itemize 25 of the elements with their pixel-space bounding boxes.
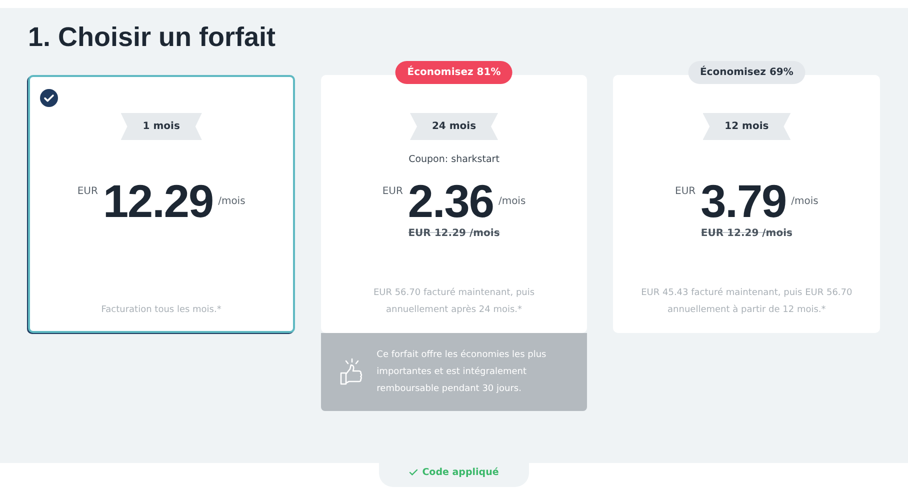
duration-label: 1 mois	[120, 113, 202, 140]
price: 12.29	[102, 174, 214, 228]
checkmark-icon	[409, 468, 418, 476]
old-price: EUR 12.29 /mois	[700, 228, 792, 239]
section-heading: 1. Choisir un forfait	[28, 21, 277, 53]
period: /mois	[498, 196, 526, 206]
currency: EUR	[382, 186, 403, 197]
billing-note: EUR 56.70 facturé maintenant, puis annuellement après 24 mois.*	[372, 286, 536, 317]
period: /mois	[218, 196, 246, 206]
billing-note: Facturation tous les mois.*	[100, 304, 222, 317]
coupon-text: Coupon: sharkstart	[408, 154, 500, 164]
duration-label: 24 mois	[410, 113, 498, 140]
period: /mois	[791, 196, 818, 206]
currency: EUR	[77, 186, 98, 197]
status-text: Code appliqué	[422, 466, 499, 478]
currency: EUR	[675, 186, 696, 197]
price: 2.36	[408, 174, 494, 228]
billing-note: EUR 45.43 facturé maintenant, puis EUR 56.70 annuellement à partir de 12 mois.*	[640, 286, 854, 317]
price: 3.79	[700, 174, 786, 228]
savings-badge: Économisez 69%	[688, 61, 806, 84]
savings-badge: Économisez 81%	[395, 61, 513, 84]
thumbs-up-icon	[338, 358, 365, 386]
duration-label: 12 mois	[702, 113, 791, 140]
old-price: EUR 12.29 /mois	[408, 228, 500, 239]
promo-text: Ce forfait offre les économies les plus importantes et est intégralement remboursable pendant 30 jours.	[376, 348, 548, 396]
